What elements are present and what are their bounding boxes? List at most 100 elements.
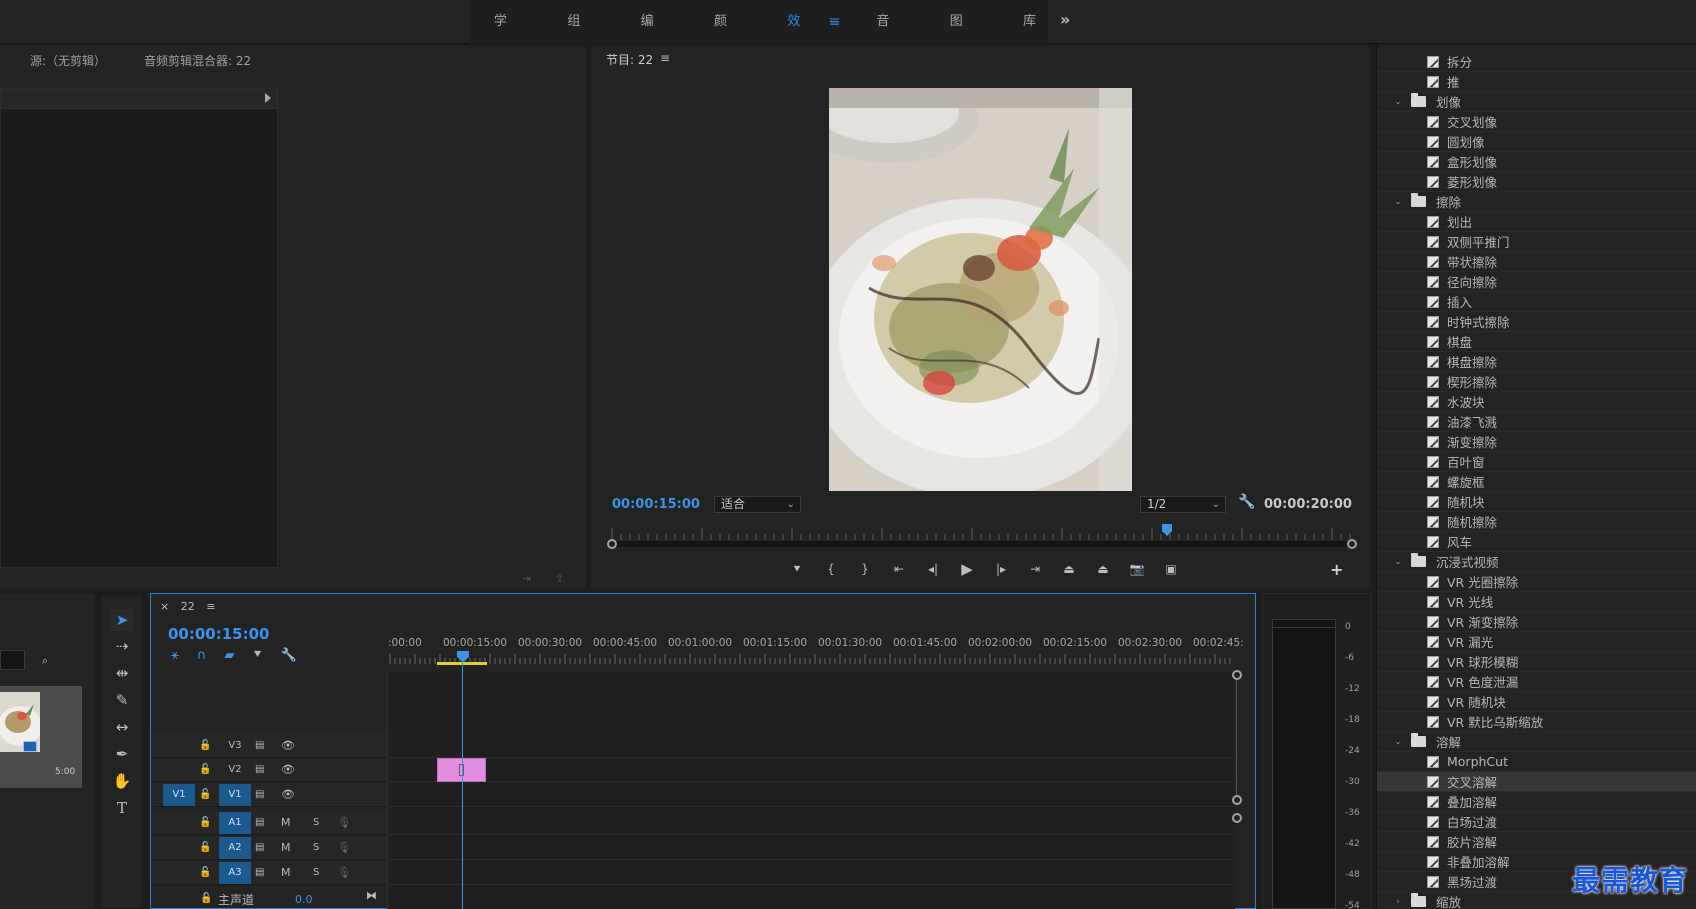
track-name[interactable]: V2 xyxy=(219,759,251,781)
workspace-tab[interactable]: 库 xyxy=(1011,0,1048,44)
play-button[interactable]: ▶ xyxy=(950,560,984,578)
effect-item[interactable]: MorphCut xyxy=(1377,752,1696,772)
effect-item[interactable]: 渐变擦除 xyxy=(1377,432,1696,452)
timeline-vertical-scrollbar[interactable] xyxy=(1236,676,1237,800)
tab-source[interactable]: 源:（无剪辑） xyxy=(30,52,106,69)
selection-tool-icon[interactable]: ➤ xyxy=(111,609,133,631)
close-icon[interactable]: × xyxy=(160,600,169,613)
track-name[interactable]: V1 xyxy=(219,783,251,806)
chevron-right-icon[interactable]: › xyxy=(1391,897,1405,907)
effects-folder[interactable]: ⌄ 沉浸式视频 xyxy=(1377,552,1696,572)
effect-item[interactable]: 推 xyxy=(1377,72,1696,92)
effect-item[interactable]: VR 色度泄漏 xyxy=(1377,672,1696,692)
timeline-ruler-labels[interactable]: :00:00 00:00:15:00 00:00:30:00 00:00:45:00 0… xyxy=(388,637,1244,651)
effect-item[interactable]: 楔形擦除 xyxy=(1377,372,1696,392)
add-marker-icon[interactable]: ⯆ xyxy=(252,648,262,663)
chevron-down-icon[interactable]: ⌄ xyxy=(1391,737,1405,747)
mark-out-button[interactable]: } xyxy=(848,562,882,576)
track-lane-v2[interactable] xyxy=(388,758,1235,782)
effect-item[interactable]: 交叉溶解 xyxy=(1377,772,1696,792)
lock-icon[interactable]: 🔓 xyxy=(199,740,211,751)
audio-scrollbar-handle[interactable] xyxy=(1232,813,1242,823)
effect-item[interactable]: 双侧平推门 xyxy=(1377,232,1696,252)
effects-folder[interactable]: ⌄ 划像 xyxy=(1377,92,1696,112)
effect-item[interactable]: 菱形划像 xyxy=(1377,172,1696,192)
solo-button[interactable]: S xyxy=(313,867,319,878)
lock-icon[interactable]: 🔓 xyxy=(199,817,211,828)
effect-item[interactable]: VR 默比乌斯缩放 xyxy=(1377,712,1696,732)
effect-item[interactable]: VR 漏光 xyxy=(1377,632,1696,652)
track-lane-v3[interactable] xyxy=(388,734,1235,758)
lock-icon[interactable]: 🔓 xyxy=(200,893,212,904)
effect-item[interactable]: 棋盘擦除 xyxy=(1377,352,1696,372)
workspace-tab[interactable]: 组件 xyxy=(555,0,604,73)
nest-icon[interactable]: ⚹ xyxy=(171,648,179,663)
ripple-edit-tool-icon[interactable]: ⇹ xyxy=(111,662,133,684)
effect-item[interactable]: 水波块 xyxy=(1377,392,1696,412)
program-tab-title[interactable]: 节目: 22 xyxy=(606,51,653,68)
effect-item[interactable]: 螺旋框 xyxy=(1377,472,1696,492)
workspace-menu-icon[interactable]: ≡ xyxy=(829,14,841,30)
timeline-settings-icon[interactable]: 🔧 xyxy=(281,648,297,663)
track-name[interactable]: V3 xyxy=(219,735,251,757)
go-to-out-button[interactable]: ⇥ xyxy=(1018,562,1052,576)
effects-folder[interactable]: ⌄ 擦除 xyxy=(1377,192,1696,212)
effect-item[interactable]: 盒形划像 xyxy=(1377,152,1696,172)
workspace-tab[interactable]: 图形 xyxy=(938,0,987,73)
add-marker-button[interactable]: ⯆ xyxy=(780,562,814,577)
sync-lock-icon[interactable]: ▤ xyxy=(255,867,264,878)
wrench-icon[interactable]: 🔧 xyxy=(1238,494,1255,510)
sync-lock-icon[interactable]: ▤ xyxy=(255,764,264,775)
effect-item[interactable]: VR 光线 xyxy=(1377,592,1696,612)
microphone-icon[interactable]: 🎙 xyxy=(337,816,351,829)
scrollbar-handle-top[interactable] xyxy=(1232,670,1242,680)
find-icon[interactable]: ⌕ xyxy=(42,654,48,668)
button-editor-plus[interactable]: + xyxy=(1330,560,1343,579)
solo-button[interactable]: S xyxy=(313,842,319,853)
microphone-icon[interactable]: 🎙 xyxy=(337,841,351,854)
effect-item[interactable]: 叠加溶解 xyxy=(1377,792,1696,812)
workspace-tab[interactable]: 效果 xyxy=(775,0,824,73)
sync-lock-icon[interactable]: ▤ xyxy=(255,817,264,828)
hand-tool-icon[interactable]: ✋ xyxy=(111,770,133,792)
eye-icon[interactable]: 👁 xyxy=(281,788,295,801)
timeline-tab[interactable]: × 22 ≡ xyxy=(160,600,215,613)
step-forward-button[interactable]: |▸ xyxy=(984,562,1018,576)
scrollbar-handle-right[interactable] xyxy=(1347,539,1357,549)
timeline-ruler-ticks[interactable] xyxy=(388,654,1234,664)
lock-icon[interactable]: 🔓 xyxy=(199,789,211,800)
workspace-tab[interactable]: 学习 xyxy=(482,0,531,73)
effect-item[interactable]: 径向擦除 xyxy=(1377,272,1696,292)
master-volume-value[interactable]: 0.0 xyxy=(295,893,313,906)
pen-tool-icon[interactable]: ✒ xyxy=(111,743,133,765)
scrollbar-handle-left[interactable] xyxy=(607,539,617,549)
razor-tool-icon[interactable]: ✎ xyxy=(111,689,133,711)
program-zoom-scrollbar[interactable] xyxy=(612,541,1352,547)
sync-lock-icon[interactable]: ▤ xyxy=(255,740,264,751)
timeline-timecode[interactable]: 00:00:15:00 xyxy=(168,625,270,643)
effects-folder[interactable]: ⌄ 溶解 xyxy=(1377,732,1696,752)
effect-item[interactable]: 圆划像 xyxy=(1377,132,1696,152)
effect-item[interactable]: VR 球形模糊 xyxy=(1377,652,1696,672)
track-lane-a2[interactable] xyxy=(388,836,1235,860)
effect-item[interactable]: VR 渐变擦除 xyxy=(1377,612,1696,632)
sync-lock-icon[interactable]: ▤ xyxy=(255,789,264,800)
program-menu-icon[interactable]: ≡ xyxy=(660,51,670,65)
type-tool-icon[interactable]: T xyxy=(111,797,133,819)
effect-item[interactable]: VR 光圈擦除 xyxy=(1377,572,1696,592)
linked-selection-icon[interactable]: ▰ xyxy=(224,648,234,663)
chevron-down-icon[interactable]: ⌄ xyxy=(1391,97,1405,107)
extract-button[interactable]: ⏏ xyxy=(1086,562,1120,576)
track-select-tool-icon[interactable]: ⇢ xyxy=(111,635,133,657)
track-lane-a3[interactable] xyxy=(388,861,1235,885)
export-frame-button[interactable]: 📷 xyxy=(1120,562,1154,576)
effect-item[interactable]: VR 随机块 xyxy=(1377,692,1696,712)
effect-item[interactable]: 拆分 xyxy=(1377,52,1696,72)
expand-icon[interactable] xyxy=(265,93,271,103)
fit-dropdown[interactable]: 适合 ⌄ xyxy=(714,496,801,513)
go-to-end-icon[interactable]: ⧓ xyxy=(366,889,377,902)
lock-icon[interactable]: 🔓 xyxy=(199,867,211,878)
solo-button[interactable]: S xyxy=(313,817,319,828)
effect-item[interactable]: 随机块 xyxy=(1377,492,1696,512)
chevron-down-icon[interactable]: ⌄ xyxy=(1391,557,1405,567)
